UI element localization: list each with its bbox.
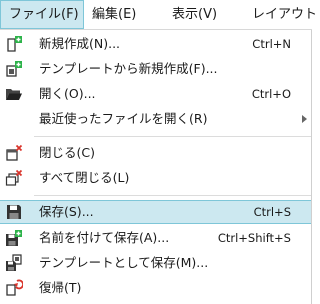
new-from-template-icon bbox=[6, 61, 22, 77]
new-document-icon bbox=[7, 36, 22, 52]
menu-item-save-as[interactable]: 名前を付けて保存(A)... Ctrl+Shift+S bbox=[0, 226, 311, 250]
revert-icon bbox=[6, 279, 23, 296]
save-as-template-icon bbox=[6, 254, 22, 271]
menu-item-new-from-template[interactable]: テンプレートから新規作成(F)... bbox=[0, 57, 311, 81]
menu-item-label: 新規作成(N)... bbox=[39, 36, 121, 51]
menu-item-shortcut: Ctrl+N bbox=[252, 37, 291, 51]
save-as-icon bbox=[6, 230, 22, 246]
menu-separator bbox=[34, 195, 311, 196]
menu-item-label: 最近使ったファイルを開く(R) bbox=[39, 111, 208, 126]
menu-item-label: 復帰(T) bbox=[39, 280, 82, 295]
menu-item-label: すべて閉じる(L) bbox=[39, 170, 130, 185]
folder-open-icon bbox=[6, 89, 22, 100]
menu-separator bbox=[34, 136, 311, 137]
menu-edit[interactable]: 編集(E) bbox=[84, 0, 164, 29]
menu-item-label: 名前を付けて保存(A)... bbox=[39, 230, 170, 245]
menu-item-save-as-template[interactable]: テンプレートとして保存(M)... bbox=[0, 251, 311, 275]
menu-item-shortcut: Ctrl+Shift+S bbox=[217, 231, 291, 245]
menu-item-open[interactable]: 開く(O)... Ctrl+O bbox=[0, 82, 311, 106]
menu-view[interactable]: 表示(V) bbox=[164, 0, 244, 29]
menu-item-open-recent[interactable]: 最近使ったファイルを開く(R) bbox=[0, 107, 311, 131]
save-icon bbox=[7, 205, 21, 219]
close-all-icon bbox=[5, 169, 23, 186]
menu-layout[interactable]: レイアウト bbox=[244, 0, 320, 29]
menu-item-new[interactable]: 新規作成(N)... Ctrl+N bbox=[0, 32, 311, 56]
menu-item-close[interactable]: 閉じる(C) bbox=[0, 141, 311, 165]
menu-item-label: テンプレートとして保存(M)... bbox=[39, 255, 209, 270]
close-document-icon bbox=[6, 144, 23, 161]
menu-item-shortcut: Ctrl+S bbox=[253, 205, 291, 219]
menu-item-label: 閉じる(C) bbox=[39, 145, 95, 160]
menu-item-close-all[interactable]: すべて閉じる(L) bbox=[0, 166, 311, 190]
menu-item-label: テンプレートから新規作成(F)... bbox=[39, 61, 218, 76]
menu-file[interactable]: ファイル(F) bbox=[0, 0, 84, 29]
file-menu-dropdown: 新規作成(N)... Ctrl+N テンプレートから新規作成(F)... 開く(… bbox=[0, 30, 312, 304]
menu-item-save[interactable]: 保存(S)... Ctrl+S bbox=[0, 200, 311, 224]
submenu-arrow-icon bbox=[302, 115, 307, 123]
menu-item-shortcut: Ctrl+O bbox=[251, 87, 291, 101]
menu-bar: ファイル(F) 編集(E) 表示(V) レイアウト bbox=[0, 0, 317, 30]
menu-item-revert[interactable]: 復帰(T) bbox=[0, 276, 311, 300]
menu-item-label: 保存(S)... bbox=[39, 204, 94, 219]
menu-item-label: 開く(O)... bbox=[39, 86, 96, 101]
